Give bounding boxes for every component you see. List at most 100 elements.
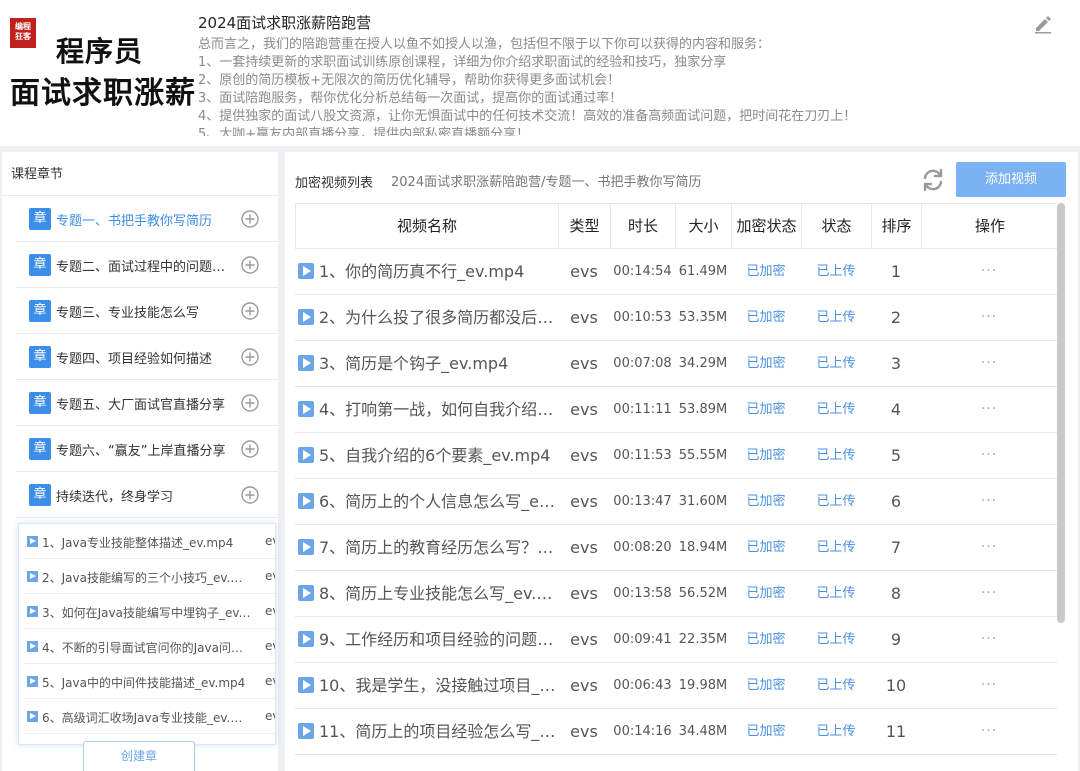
cell-encryption-status: 已加密 bbox=[746, 402, 786, 417]
table-row[interactable]: 10、我是学生，没接触过项目_ev.mp4 evs 00:06:43 19.98M 已加… bbox=[295, 663, 1057, 709]
logo-text-line2: 面试求职涨薪 bbox=[10, 76, 196, 111]
play-icon[interactable] bbox=[298, 447, 314, 463]
table-row[interactable]: 8、简历上专业技能怎么写_ev.mp4 evs 00:13:58 56.52M 已加密 已… bbox=[295, 571, 1057, 617]
add-video-button[interactable]: 添加视频 bbox=[956, 162, 1066, 197]
chapter-item[interactable]: 章专题四、项目经验如何描述 bbox=[16, 334, 278, 380]
add-circle-icon[interactable] bbox=[240, 439, 260, 459]
cell-duration: 00:07:08 bbox=[613, 356, 672, 371]
cell-sort: 1 bbox=[890, 262, 902, 281]
play-icon[interactable] bbox=[298, 677, 314, 693]
add-circle-icon[interactable] bbox=[240, 347, 260, 367]
more-actions-button[interactable]: ··· bbox=[921, 709, 1057, 754]
table-row[interactable]: 11、简历上的项目经验怎么写_ev.mp4 evs 00:14:16 34.48M 已加… bbox=[295, 709, 1057, 755]
chapter-video-item[interactable]: 4、不断的引导面试官问你的Java问题_ev.mp4 ev bbox=[25, 629, 275, 664]
more-actions-button[interactable]: ··· bbox=[921, 525, 1057, 570]
cell-size: 31.60M bbox=[678, 494, 728, 509]
add-circle-icon[interactable] bbox=[240, 255, 260, 275]
chapter-video-item[interactable]: 6、高级词汇收场Java专业技能_ev.mp4 ev bbox=[25, 699, 275, 734]
column-header-status: 状态 bbox=[802, 204, 872, 249]
more-actions-button[interactable]: ··· bbox=[921, 617, 1057, 662]
table-row[interactable]: 4、打响第一战，如何自我介绍_ev.mp4 evs 00:11:11 53.89M 已加… bbox=[295, 387, 1057, 433]
cell-sort: 9 bbox=[890, 630, 902, 649]
chapter-item[interactable]: 章专题五、大厂面试官直播分享 bbox=[16, 380, 278, 426]
chapter-badge: 章 bbox=[29, 346, 51, 368]
more-actions-button[interactable]: ··· bbox=[921, 249, 1057, 294]
play-icon bbox=[27, 536, 38, 547]
add-circle-icon[interactable] bbox=[240, 209, 260, 229]
table-row[interactable]: 3、简历是个钩子_ev.mp4 evs 00:07:08 34.29M 已加密 已上传 3 ·… bbox=[295, 341, 1057, 387]
play-icon[interactable] bbox=[298, 631, 314, 647]
cell-size: 56.52M bbox=[678, 586, 728, 601]
cell-upload-status: 已上传 bbox=[816, 494, 856, 509]
play-icon[interactable] bbox=[298, 263, 314, 279]
chapter-item[interactable]: 章持续迭代，终身学习 bbox=[16, 472, 278, 518]
more-actions-button[interactable]: ··· bbox=[921, 479, 1057, 524]
add-circle-icon[interactable] bbox=[240, 301, 260, 321]
chapter-item[interactable]: 章专题二、面试过程中的问题回答 bbox=[16, 242, 278, 288]
play-icon[interactable] bbox=[298, 585, 314, 601]
course-description: 总而言之，我们的陪跑营重在授人以鱼不如授人以渔，包括但不限于以下你可以获得的内容… bbox=[198, 36, 898, 136]
chapter-video-item[interactable]: 3、如何在Java技能编写中埋钩子_ev.mp4 ev bbox=[25, 594, 275, 629]
column-header-duration: 时长 bbox=[611, 204, 676, 249]
chapter-badge: 章 bbox=[29, 484, 51, 506]
more-actions-button[interactable]: ··· bbox=[921, 663, 1057, 708]
chapter-video-item[interactable]: 1、Java专业技能整体描述_ev.mp4 ev bbox=[25, 524, 275, 559]
video-type: ev bbox=[265, 709, 275, 723]
cell-size: 53.35M bbox=[678, 310, 728, 325]
video-table: 视频名称 类型 时长 大小 加密状态 状态 排序 操作 1、你的简历真不行_ev… bbox=[295, 203, 1057, 771]
table-row[interactable]: 2、为什么投了很多简历都没后文_ev.mp4 evs 00:10:53 53.35M 已… bbox=[295, 295, 1057, 341]
cell-duration: 00:11:53 bbox=[613, 448, 672, 463]
cell-duration: 00:11:11 bbox=[613, 402, 672, 417]
table-body: 1、你的简历真不行_ev.mp4 evs 00:14:54 61.49M 已加密 已上传 1… bbox=[295, 249, 1057, 755]
more-actions-button[interactable]: ··· bbox=[921, 571, 1057, 616]
cell-upload-status: 已上传 bbox=[816, 448, 856, 463]
more-actions-button[interactable]: ··· bbox=[921, 295, 1057, 340]
chapter-item[interactable]: 章专题三、专业技能怎么写 bbox=[16, 288, 278, 334]
cell-encryption-status: 已加密 bbox=[746, 264, 786, 279]
cell-video-name: 6、简历上的个人信息怎么写_ev.mp4 bbox=[319, 492, 556, 511]
cell-encryption-status: 已加密 bbox=[746, 494, 786, 509]
table-row[interactable]: 5、自我介绍的6个要素_ev.mp4 evs 00:11:53 55.55M 已加密 已上… bbox=[295, 433, 1057, 479]
table-row[interactable]: 7、简历上的教育经历怎么写？_ev.mp4 evs 00:08:20 18.94M 已加… bbox=[295, 525, 1057, 571]
desc-line: 总而言之，我们的陪跑营重在授人以鱼不如授人以渔，包括但不限于以下你可以获得的内容… bbox=[198, 37, 771, 52]
cell-upload-status: 已上传 bbox=[816, 632, 856, 647]
table-row[interactable]: 1、你的简历真不行_ev.mp4 evs 00:14:54 61.49M 已加密 已上传 1… bbox=[295, 249, 1057, 295]
play-icon[interactable] bbox=[298, 539, 314, 555]
chapter-panel-title: 课程章节 bbox=[11, 167, 64, 182]
table-scrollbar[interactable] bbox=[1057, 203, 1065, 623]
chapter-video-item[interactable]: 2、Java技能编写的三个小技巧_ev.mp4 ev bbox=[25, 559, 275, 594]
cell-sort: 2 bbox=[890, 308, 902, 327]
logo-text-line1: 程序员 bbox=[56, 35, 144, 68]
chapter-video-item[interactable]: 5、Java中的中间件技能描述_ev.mp4 ev bbox=[25, 664, 275, 699]
chapter-item[interactable]: 章专题六、“赢友”上岸直播分享 bbox=[16, 426, 278, 472]
cell-sort: 8 bbox=[890, 584, 902, 603]
pencil-icon[interactable] bbox=[1032, 12, 1054, 34]
cell-encryption-status: 已加密 bbox=[746, 448, 786, 463]
create-chapter-button[interactable]: 创建章 bbox=[83, 741, 195, 771]
cell-video-name: 4、打响第一战，如何自我介绍_ev.mp4 bbox=[319, 400, 556, 419]
cell-sort: 4 bbox=[890, 400, 902, 419]
play-icon[interactable] bbox=[298, 493, 314, 509]
chapter-item[interactable]: 章专题一、书把手教你写简历 bbox=[16, 196, 278, 242]
add-circle-icon[interactable] bbox=[240, 485, 260, 505]
more-actions-button[interactable]: ··· bbox=[921, 387, 1057, 432]
play-icon[interactable] bbox=[298, 401, 314, 417]
cell-duration: 00:06:43 bbox=[613, 678, 672, 693]
play-icon[interactable] bbox=[298, 723, 314, 739]
table-row[interactable]: 9、工作经历和项目经验的问题_ev.mp4 evs 00:09:41 22.35M 已加… bbox=[295, 617, 1057, 663]
cell-type: evs bbox=[570, 262, 598, 281]
video-type: ev bbox=[265, 604, 275, 618]
chapter-label: 持续迭代，终身学习 bbox=[56, 490, 174, 505]
table-row[interactable]: 6、简历上的个人信息怎么写_ev.mp4 evs 00:13:47 31.60M 已加密… bbox=[295, 479, 1057, 525]
cell-encryption-status: 已加密 bbox=[746, 678, 786, 693]
table-header: 视频名称 类型 时长 大小 加密状态 状态 排序 操作 bbox=[295, 203, 1057, 249]
play-icon[interactable] bbox=[298, 355, 314, 371]
more-actions-button[interactable]: ··· bbox=[921, 433, 1057, 478]
play-icon bbox=[27, 571, 38, 582]
add-circle-icon[interactable] bbox=[240, 393, 260, 413]
play-icon[interactable] bbox=[298, 309, 314, 325]
more-actions-button[interactable]: ··· bbox=[921, 341, 1057, 386]
chapter-badge: 章 bbox=[29, 300, 51, 322]
cell-encryption-status: 已加密 bbox=[746, 540, 786, 555]
refresh-icon[interactable] bbox=[919, 166, 947, 194]
